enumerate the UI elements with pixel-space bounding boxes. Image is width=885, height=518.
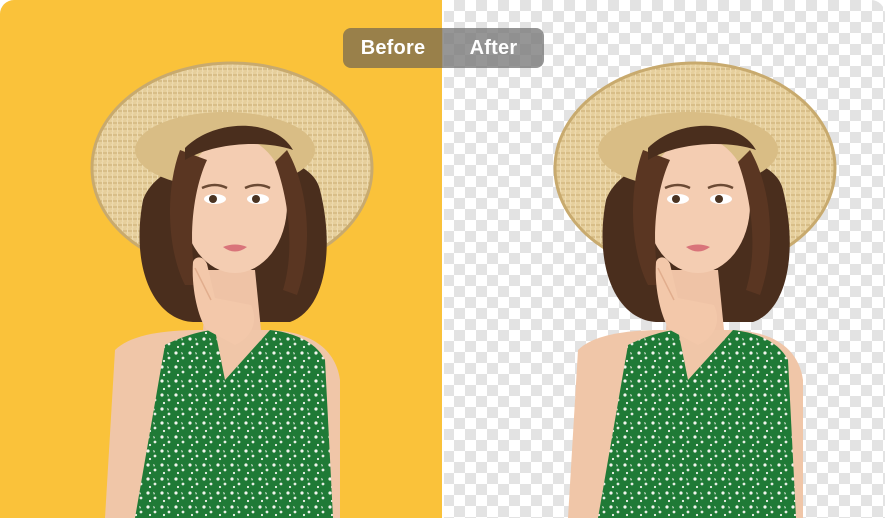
background-removed-photo: [553, 61, 837, 518]
before-panel: [0, 0, 443, 518]
before-after-comparison: Before After: [0, 0, 885, 518]
before-after-toggle: Before After: [343, 28, 544, 68]
after-button[interactable]: After: [443, 28, 544, 68]
before-button[interactable]: Before: [343, 28, 443, 68]
original-photo: [90, 61, 374, 518]
comparison-divider[interactable]: [442, 0, 444, 518]
